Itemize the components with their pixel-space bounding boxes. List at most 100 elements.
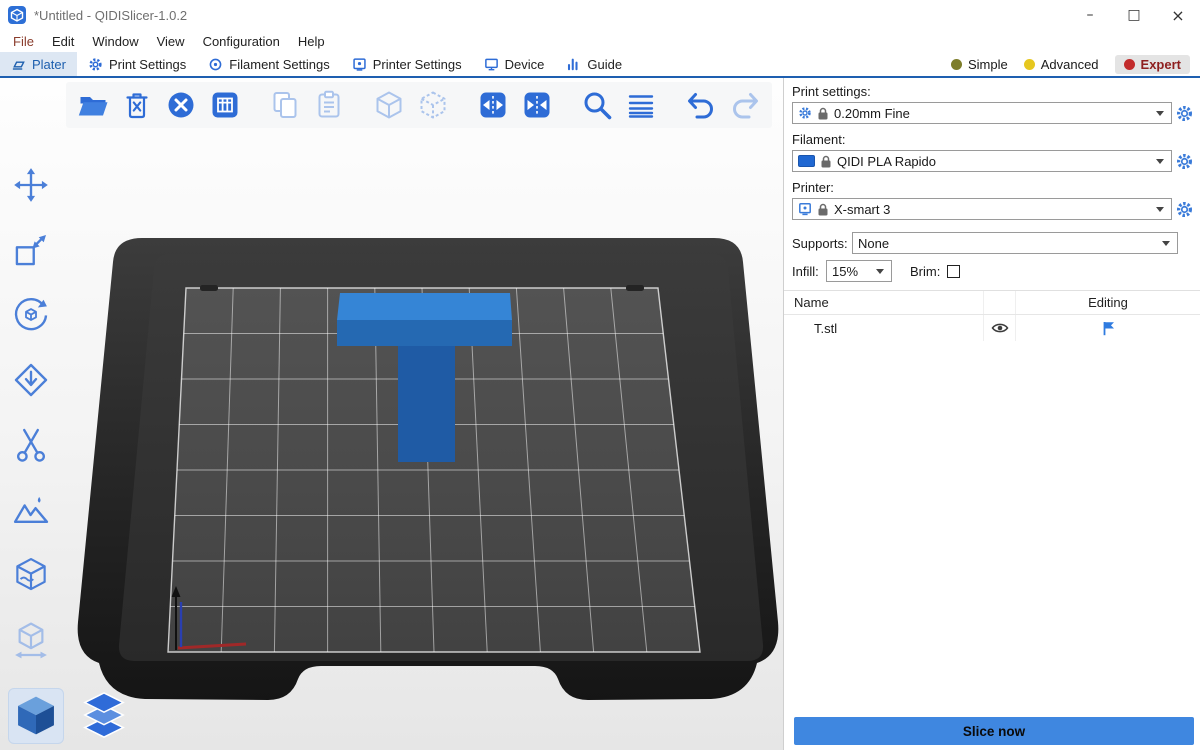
expert-mode-dot-icon <box>1124 59 1135 70</box>
object-list-header: Name Editing <box>784 291 1200 315</box>
settings-panel: Print settings: 0.20mm Fine Filament: QI… <box>783 78 1200 750</box>
delete-icon <box>121 89 153 121</box>
paint-support-icon <box>11 490 51 530</box>
filament-edit-button[interactable] <box>1172 150 1196 172</box>
object-name: T.stl <box>784 321 983 336</box>
paint-support-tool-button[interactable] <box>8 487 54 533</box>
filament-icon <box>208 57 223 72</box>
place-on-face-tool-button[interactable] <box>8 357 54 403</box>
close-button[interactable]: × <box>1156 0 1200 30</box>
visibility-column-header <box>983 291 1015 314</box>
minimize-button[interactable]: – <box>1068 0 1112 30</box>
brim-checkbox[interactable] <box>947 265 960 278</box>
split-to-parts-button[interactable] <box>520 88 554 122</box>
tab-plater[interactable]: Plater <box>0 52 77 76</box>
printer-icon <box>352 57 367 72</box>
menu-configuration[interactable]: Configuration <box>194 34 289 49</box>
tab-print-settings[interactable]: Print Settings <box>77 52 197 76</box>
menu-edit[interactable]: Edit <box>43 34 83 49</box>
maximize-button[interactable]: □ <box>1112 0 1156 30</box>
menu-window[interactable]: Window <box>83 34 147 49</box>
rotate-icon <box>11 295 51 335</box>
filament-combo[interactable]: QIDI PLA Rapido <box>792 150 1172 172</box>
delete-button[interactable] <box>120 88 154 122</box>
move-tool-button[interactable] <box>8 162 54 208</box>
lock-icon <box>817 107 829 120</box>
infill-value: 15% <box>832 264 858 279</box>
tab-filament-settings[interactable]: Filament Settings <box>197 52 340 76</box>
search-icon <box>581 89 613 121</box>
cut-tool-button[interactable] <box>8 422 54 468</box>
printer-edit-button[interactable] <box>1172 198 1196 220</box>
measure-tool-button[interactable] <box>8 617 54 663</box>
redo-button[interactable] <box>728 88 762 122</box>
advanced-mode-dot-icon <box>1024 59 1035 70</box>
delete-all-button[interactable] <box>164 88 198 122</box>
visibility-toggle-button[interactable] <box>991 322 1009 334</box>
seam-tool-button[interactable] <box>8 552 54 598</box>
menu-help[interactable]: Help <box>289 34 334 49</box>
tab-printer-settings[interactable]: Printer Settings <box>341 52 473 76</box>
guide-icon <box>566 57 581 72</box>
arrange-button[interactable] <box>208 88 242 122</box>
chevron-down-icon <box>1162 241 1170 246</box>
chevron-down-icon <box>1156 207 1164 212</box>
split-parts-icon <box>521 89 553 121</box>
mode-simple[interactable]: Simple <box>951 57 1008 72</box>
filament-value: QIDI PLA Rapido <box>837 154 936 169</box>
menu-view[interactable]: View <box>148 34 194 49</box>
mode-advanced[interactable]: Advanced <box>1024 57 1099 72</box>
plater-icon <box>11 57 26 72</box>
print-settings-combo[interactable]: 0.20mm Fine <box>792 102 1172 124</box>
eye-icon <box>991 322 1009 334</box>
isometric-view-button[interactable] <box>8 688 64 744</box>
object-list: Name Editing T.stl <box>784 290 1200 717</box>
copy-button[interactable] <box>268 88 302 122</box>
edit-flag-icon <box>1101 320 1116 336</box>
print-settings-edit-button[interactable] <box>1172 102 1196 124</box>
layers-preview-icon <box>80 691 128 741</box>
search-button[interactable] <box>580 88 614 122</box>
supports-combo[interactable]: None <box>852 232 1178 254</box>
printer-value: X-smart 3 <box>834 202 890 217</box>
gear-icon <box>1175 104 1194 123</box>
viewport-3d[interactable] <box>0 78 783 750</box>
open-folder-button[interactable] <box>76 88 110 122</box>
add-instance-cube-icon <box>373 89 405 121</box>
mode-expert[interactable]: Expert <box>1115 55 1190 74</box>
split-to-objects-button[interactable] <box>476 88 510 122</box>
paste-icon <box>313 89 345 121</box>
tab-device-label: Device <box>505 57 545 72</box>
print-settings-value: 0.20mm Fine <box>834 106 910 121</box>
menubar: File Edit Window View Configuration Help <box>0 30 1200 52</box>
remove-instance-cube-icon <box>417 89 449 121</box>
layer-height-icon <box>625 89 657 121</box>
tab-guide[interactable]: Guide <box>555 52 633 76</box>
slice-now-button[interactable]: Slice now <box>794 717 1194 745</box>
tab-device[interactable]: Device <box>473 52 556 76</box>
tab-print-settings-label: Print Settings <box>109 57 186 72</box>
scale-tool-button[interactable] <box>8 227 54 273</box>
delete-all-icon <box>165 89 197 121</box>
layers-preview-button[interactable] <box>76 688 132 744</box>
undo-button[interactable] <box>684 88 718 122</box>
add-instance-button[interactable] <box>372 88 406 122</box>
tab-printer-settings-label: Printer Settings <box>373 57 462 72</box>
object-row[interactable]: T.stl <box>784 315 1200 341</box>
lock-icon <box>820 155 832 168</box>
remove-instance-button[interactable] <box>416 88 450 122</box>
variable-layer-height-button[interactable] <box>624 88 658 122</box>
infill-label: Infill: <box>792 264 826 279</box>
gear-icon <box>88 57 103 72</box>
mode-switcher: Simple Advanced Expert <box>951 52 1200 76</box>
object-editing-button[interactable] <box>1101 320 1116 336</box>
paste-button[interactable] <box>312 88 346 122</box>
app-logo-icon <box>8 6 26 24</box>
infill-combo[interactable]: 15% <box>826 260 892 282</box>
printer-combo[interactable]: X-smart 3 <box>792 198 1172 220</box>
menu-file[interactable]: File <box>4 34 43 49</box>
printer-icon <box>798 202 812 216</box>
rotate-tool-button[interactable] <box>8 292 54 338</box>
measure-icon <box>11 620 51 660</box>
filament-color-swatch <box>798 155 815 167</box>
